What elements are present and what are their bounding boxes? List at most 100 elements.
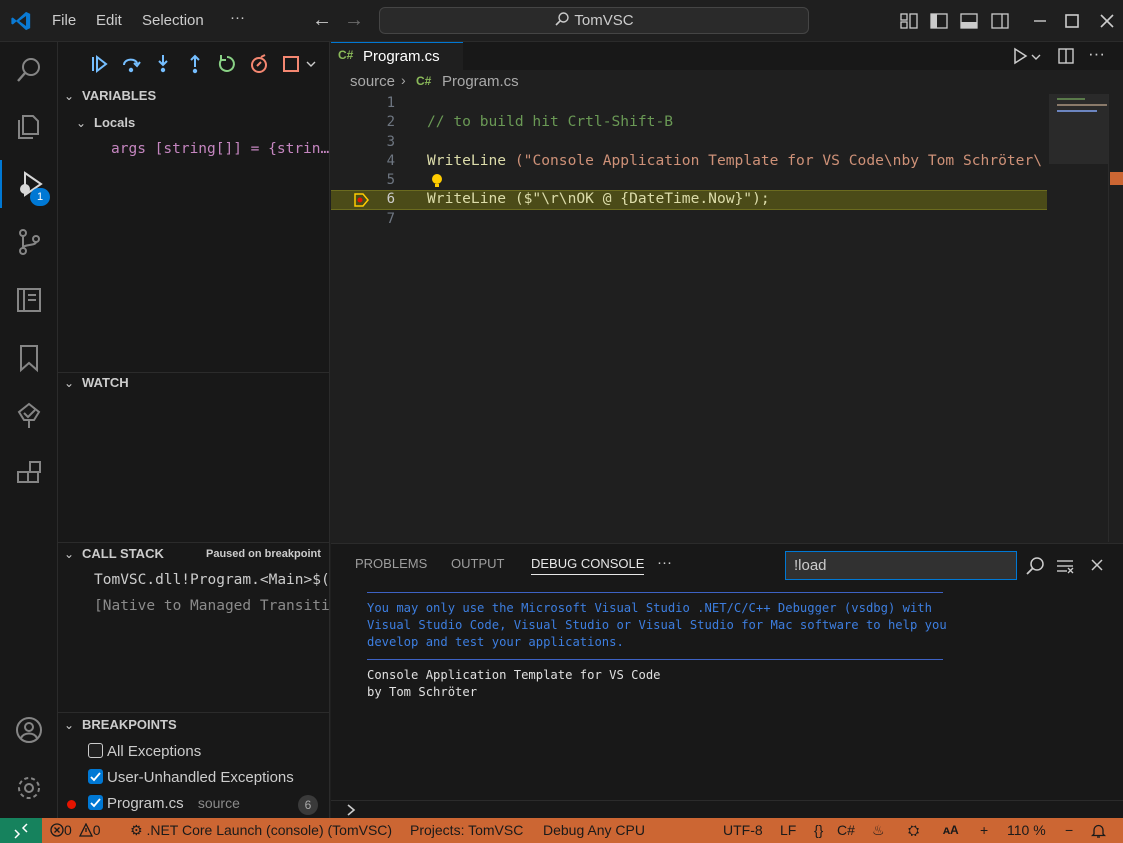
breakpoints-section-header[interactable]: ⌄ BREAKPOINTS	[58, 714, 329, 736]
activity-extensions[interactable]	[0, 450, 58, 498]
breakpoint-all-exceptions[interactable]: All Exceptions	[88, 743, 201, 760]
tab-program-cs[interactable]: C# Program.cs	[331, 42, 463, 70]
stop-button[interactable]	[280, 53, 316, 75]
breadcrumb-folder[interactable]: source	[350, 73, 395, 90]
checkbox-checked[interactable]	[88, 769, 103, 784]
activity-bookmarks[interactable]	[0, 334, 58, 382]
back-arrow-icon[interactable]: ←	[312, 10, 332, 30]
activity-explorer[interactable]	[0, 102, 58, 150]
font-size-icon[interactable]: ᴀA	[943, 818, 959, 843]
activity-run-debug[interactable]: 1	[0, 160, 58, 208]
panel-more-icon[interactable]: ···	[657, 554, 672, 571]
callstack-section-header[interactable]: ⌄ CALL STACK Paused on breakpoint	[58, 543, 329, 565]
command-center-search[interactable]: TomVSC	[379, 7, 809, 34]
divider	[367, 659, 943, 660]
step-out-icon[interactable]	[184, 53, 206, 75]
close-icon[interactable]	[1097, 11, 1117, 31]
customize-layout-icon[interactable]	[899, 11, 919, 31]
code-editor[interactable]: 1 2 3 4 5 6 7 // to build hit Crtl-Shift…	[331, 94, 1047, 542]
search-icon[interactable]	[1025, 556, 1045, 576]
scrollbar-marker	[1110, 172, 1123, 185]
activity-bar: 1	[0, 42, 58, 818]
maximize-icon[interactable]	[1062, 11, 1082, 31]
more-actions-icon[interactable]: ···	[1088, 44, 1105, 64]
callstack-title: CALL STACK	[82, 546, 164, 561]
clear-console-icon[interactable]	[1055, 556, 1075, 576]
zoom-in-button[interactable]: +	[980, 818, 988, 843]
variable-args[interactable]: args [string[]] = {strin…	[111, 141, 329, 157]
toggle-secondary-sidebar-icon[interactable]	[990, 11, 1010, 31]
stop-icon	[283, 56, 299, 72]
activity-source-control[interactable]	[0, 218, 58, 266]
tab-debug-console[interactable]: DEBUG CONSOLE	[531, 556, 645, 575]
error-icon	[50, 823, 64, 837]
projects-status[interactable]: Projects: TomVSC	[410, 818, 523, 843]
watch-section-header[interactable]: ⌄ WATCH	[58, 372, 329, 394]
hot-reload-icon[interactable]	[248, 53, 270, 75]
callstack-frame[interactable]: [Native to Managed Transiti	[94, 598, 329, 614]
tab-problems[interactable]: PROBLEMS	[355, 556, 427, 571]
breakpoint-user-unhandled[interactable]: User-Unhandled Exceptions	[88, 769, 294, 786]
toggle-primary-sidebar-icon[interactable]	[929, 11, 949, 31]
problems-status[interactable]: 0 0	[50, 818, 100, 843]
activity-notebook[interactable]	[0, 276, 58, 324]
encoding-status[interactable]: UTF-8	[723, 818, 763, 843]
minimap-line	[1057, 98, 1085, 100]
tab-output[interactable]: OUTPUT	[451, 556, 504, 571]
console-repl-input[interactable]	[365, 801, 1105, 818]
flame-icon[interactable]: ♨	[872, 818, 885, 843]
forward-arrow-icon[interactable]: →	[344, 10, 364, 30]
menu-more-button[interactable]: ···	[230, 9, 245, 26]
step-into-icon[interactable]	[152, 53, 174, 75]
console-filter-input[interactable]: !load	[785, 551, 1017, 580]
toggle-panel-icon[interactable]	[959, 11, 979, 31]
variables-section-header[interactable]: ⌄ VARIABLES	[58, 85, 329, 107]
menu-file[interactable]: File	[52, 12, 76, 29]
braces-icon[interactable]: {}	[814, 818, 823, 843]
divider	[367, 592, 943, 593]
console-output-line: by Tom Schröter	[367, 685, 478, 699]
restart-icon[interactable]	[216, 53, 238, 75]
run-icon[interactable]	[1011, 47, 1029, 65]
debug-launch-status[interactable]: ⚙ .NET Core Launch (console) (TomVSC)	[130, 818, 392, 843]
build-config-status[interactable]: Debug Any CPU	[543, 818, 645, 843]
console-notice-line: Visual Studio Code, Visual Studio or Vis…	[367, 618, 947, 632]
checkbox-checked[interactable]	[88, 795, 103, 810]
bottom-panel: PROBLEMS OUTPUT DEBUG CONSOLE ··· !load …	[331, 543, 1123, 818]
chevron-down-icon[interactable]	[1031, 52, 1041, 62]
remote-indicator[interactable]	[0, 818, 42, 843]
continue-icon[interactable]	[88, 53, 110, 75]
activity-testing[interactable]	[0, 392, 58, 440]
line-number: 4	[386, 153, 395, 169]
variables-title: VARIABLES	[82, 88, 157, 103]
minimap-line	[1057, 104, 1107, 106]
zoom-level[interactable]: 110 %	[1007, 818, 1046, 843]
chevron-down-icon: ⌄	[64, 547, 75, 561]
copilot-icon[interactable]: ⛭	[908, 818, 919, 843]
eol-status[interactable]: LF	[780, 818, 796, 843]
breakpoint-line-badge: 6	[298, 795, 318, 815]
bell-icon[interactable]	[1091, 823, 1106, 838]
editor-scrollbar[interactable]	[1108, 94, 1123, 542]
zoom-out-button[interactable]: −	[1065, 818, 1073, 843]
minimap[interactable]	[1049, 94, 1109, 542]
breadcrumb-file[interactable]: Program.cs	[442, 73, 519, 90]
csharp-file-icon: C#	[416, 74, 432, 88]
search-icon	[555, 12, 570, 26]
checkbox-unchecked[interactable]	[88, 743, 103, 758]
menu-selection[interactable]: Selection	[142, 12, 204, 29]
step-over-icon[interactable]	[120, 53, 142, 75]
callstack-frame[interactable]: TomVSC.dll!Program.<Main>$(	[94, 572, 329, 588]
close-panel-icon[interactable]	[1089, 557, 1105, 573]
activity-search[interactable]	[0, 46, 58, 94]
menu-edit[interactable]: Edit	[96, 12, 122, 29]
locals-scope[interactable]: ⌄ Locals	[58, 112, 329, 134]
line-number: 2	[386, 114, 395, 130]
activity-accounts[interactable]	[0, 706, 58, 754]
minimize-icon[interactable]	[1030, 11, 1050, 31]
activity-manage[interactable]	[0, 764, 58, 812]
language-status[interactable]: C#	[837, 818, 855, 843]
split-editor-icon[interactable]	[1057, 47, 1075, 65]
lightbulb-icon[interactable]	[430, 173, 444, 189]
breakpoints-title: BREAKPOINTS	[82, 717, 177, 732]
